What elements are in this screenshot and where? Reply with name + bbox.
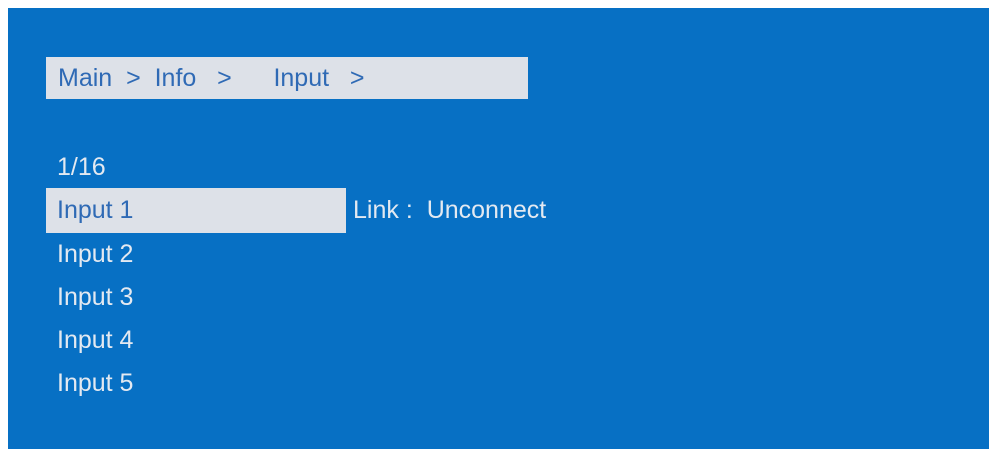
breadcrumb-item-input[interactable]: Input <box>273 64 329 92</box>
list-item-input-4[interactable]: Input 4 <box>46 319 346 362</box>
link-status-value: Unconnect <box>426 196 547 224</box>
list-item-input-2[interactable]: Input 2 <box>46 233 346 276</box>
osd-screen: Main > Info > Input > 1/16 Input 1 Input… <box>8 8 989 449</box>
page-counter: 1/16 <box>57 153 106 181</box>
breadcrumb-item-main[interactable]: Main <box>58 64 112 92</box>
input-list: Input 1 Input 2 Input 3 Input 4 Input 5 <box>46 188 346 405</box>
list-item-input-5[interactable]: Input 5 <box>46 362 346 405</box>
link-status-label: Link <box>353 196 399 224</box>
list-item-input-1[interactable]: Input 1 <box>46 188 346 233</box>
list-item-input-3[interactable]: Input 3 <box>46 276 346 319</box>
breadcrumb: Main > Info > Input > <box>46 57 528 99</box>
link-status: Link : Unconnect <box>353 188 546 233</box>
breadcrumb-separator: > <box>349 64 365 92</box>
link-status-separator: : <box>405 196 413 224</box>
breadcrumb-separator: > <box>126 64 141 92</box>
breadcrumb-item-info[interactable]: Info <box>155 64 197 92</box>
breadcrumb-separator: > <box>217 64 232 92</box>
